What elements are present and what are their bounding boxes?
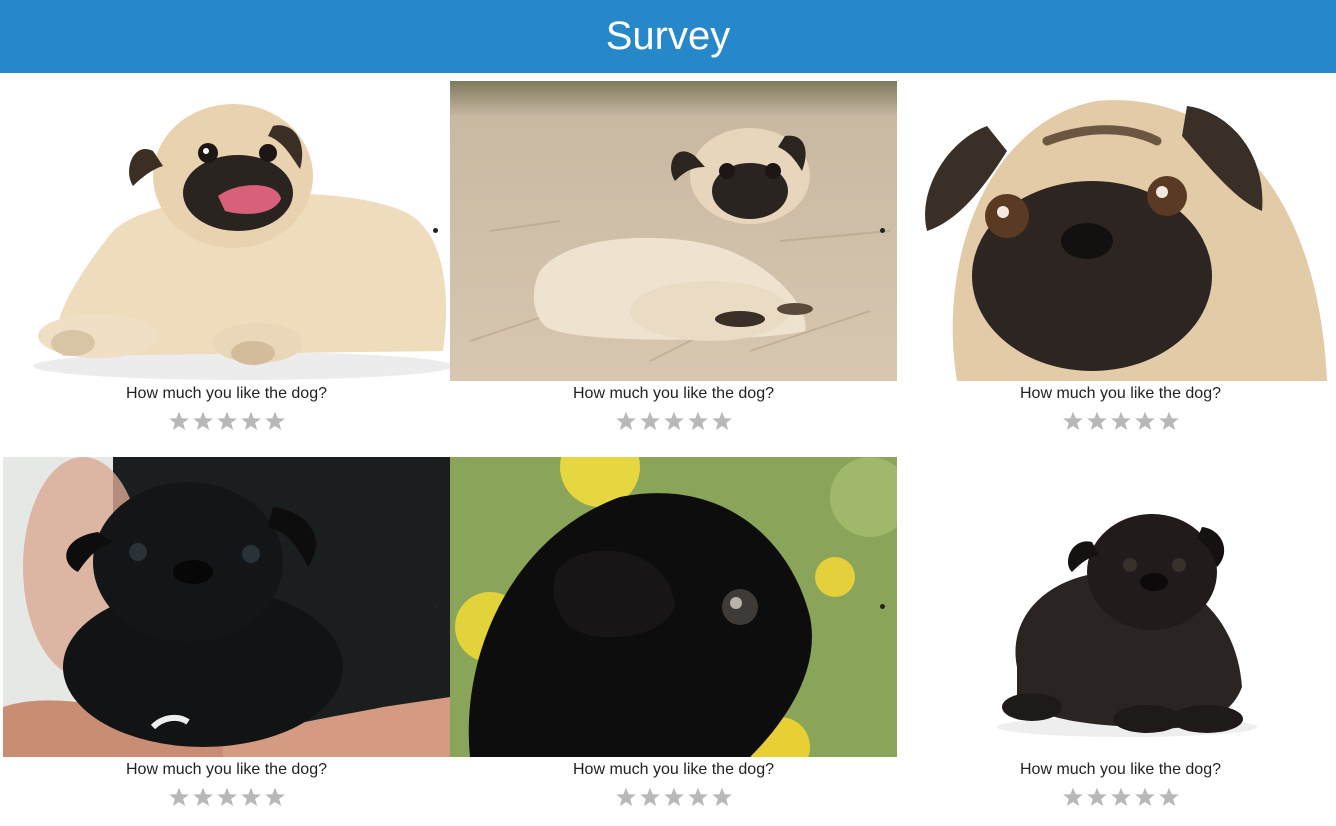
pug-black-puppy-profile xyxy=(450,457,897,757)
star-icon[interactable] xyxy=(240,786,262,808)
pug-black-puppy-in-hands xyxy=(3,457,450,757)
star-icon[interactable] xyxy=(168,786,190,808)
rating-question: How much you like the dog? xyxy=(126,385,327,402)
star-icon[interactable] xyxy=(168,410,190,432)
star-rating[interactable] xyxy=(3,410,450,432)
rating-question: How much you like the dog? xyxy=(573,385,774,402)
survey-card: How much you like the dog? xyxy=(3,81,450,432)
star-icon[interactable] xyxy=(1110,786,1132,808)
star-icon[interactable] xyxy=(1134,410,1156,432)
bullet-dot xyxy=(880,604,885,609)
survey-card: How much you like the dog? xyxy=(897,81,1336,432)
star-rating[interactable] xyxy=(897,786,1336,808)
survey-card: How much you like the dog? xyxy=(450,81,897,432)
pug-black-lying xyxy=(897,457,1336,757)
survey-card: How much you like the dog? xyxy=(3,457,450,808)
page-title: Survey xyxy=(605,14,731,58)
star-icon[interactable] xyxy=(1158,410,1180,432)
star-rating[interactable] xyxy=(3,786,450,808)
star-icon[interactable] xyxy=(663,786,685,808)
star-icon[interactable] xyxy=(639,786,661,808)
star-rating[interactable] xyxy=(897,410,1336,432)
rating-question: How much you like the dog? xyxy=(1020,761,1221,778)
star-icon[interactable] xyxy=(1086,410,1108,432)
survey-card: How much you like the dog? xyxy=(450,457,897,808)
survey-card: How much you like the dog? xyxy=(897,457,1336,808)
bullet-dot xyxy=(433,604,438,609)
star-icon[interactable] xyxy=(1158,786,1180,808)
star-icon[interactable] xyxy=(1134,786,1156,808)
star-icon[interactable] xyxy=(687,786,709,808)
rating-question: How much you like the dog? xyxy=(1020,385,1221,402)
star-icon[interactable] xyxy=(240,410,262,432)
star-icon[interactable] xyxy=(264,786,286,808)
rating-question: How much you like the dog? xyxy=(126,761,327,778)
star-rating[interactable] xyxy=(450,786,897,808)
pug-fawn-on-sand xyxy=(450,81,897,381)
star-icon[interactable] xyxy=(1062,786,1084,808)
star-icon[interactable] xyxy=(711,786,733,808)
star-icon[interactable] xyxy=(264,410,286,432)
page-header: Survey xyxy=(0,0,1336,73)
star-icon[interactable] xyxy=(192,410,214,432)
star-icon[interactable] xyxy=(711,410,733,432)
star-icon[interactable] xyxy=(663,410,685,432)
star-icon[interactable] xyxy=(687,410,709,432)
pug-fawn-face-closeup xyxy=(897,81,1336,381)
star-icon[interactable] xyxy=(615,786,637,808)
star-icon[interactable] xyxy=(216,410,238,432)
star-icon[interactable] xyxy=(1062,410,1084,432)
star-icon[interactable] xyxy=(216,786,238,808)
star-icon[interactable] xyxy=(639,410,661,432)
pug-fawn-tongue-out xyxy=(3,81,450,381)
star-icon[interactable] xyxy=(1110,410,1132,432)
star-icon[interactable] xyxy=(615,410,637,432)
bullet-dot xyxy=(880,228,885,233)
star-icon[interactable] xyxy=(1086,786,1108,808)
star-rating[interactable] xyxy=(450,410,897,432)
rating-question: How much you like the dog? xyxy=(573,761,774,778)
star-icon[interactable] xyxy=(192,786,214,808)
bullet-dot xyxy=(433,228,438,233)
